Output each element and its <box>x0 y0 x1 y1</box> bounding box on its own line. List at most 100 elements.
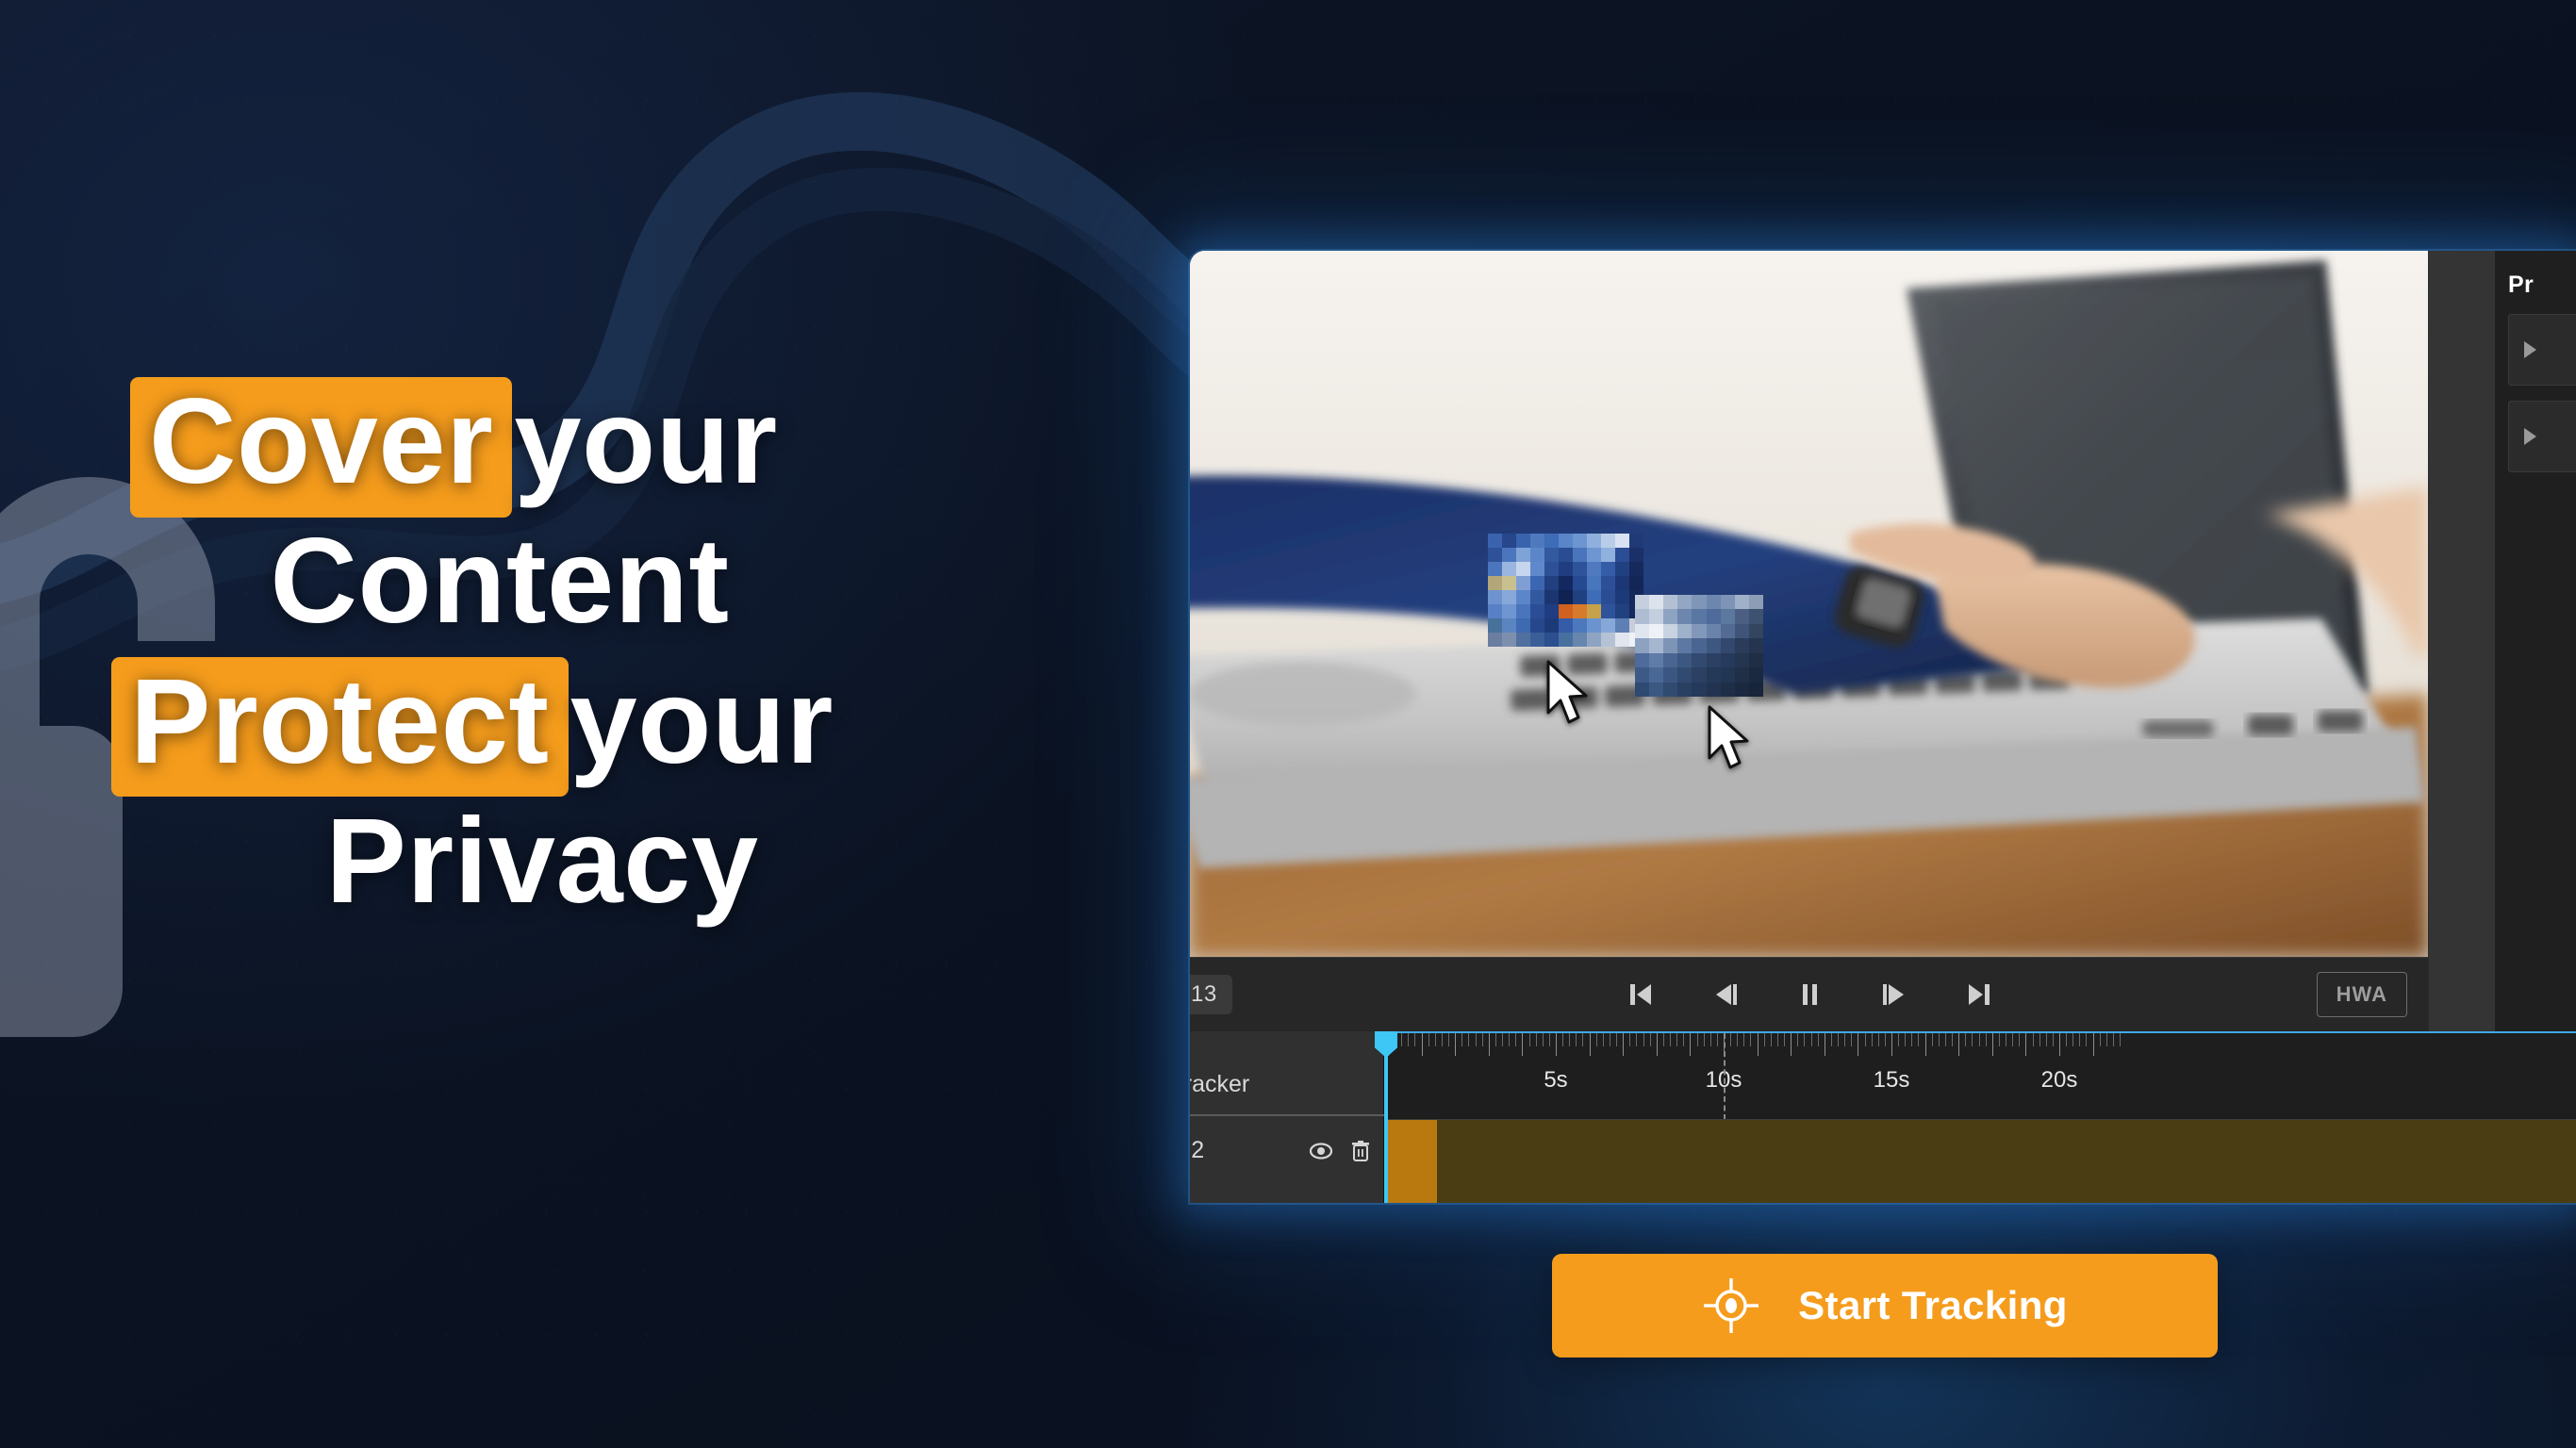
ruler-tick <box>1810 1033 1812 1046</box>
ruler-label: 5s <box>1544 1067 1568 1093</box>
ruler-tick <box>1898 1033 1900 1046</box>
ruler-tick <box>1602 1033 1604 1046</box>
timeline-track-row[interactable] <box>1384 1119 2576 1203</box>
ruler-tick <box>2086 1033 2088 1046</box>
ruler-tick <box>1670 1033 1672 1046</box>
ruler-tick <box>1884 1033 1886 1046</box>
add-tracker-label[interactable]: d tracker <box>1190 1071 1249 1098</box>
ruler-tick <box>1616 1033 1618 1046</box>
ruler-tick <box>1991 1033 1993 1056</box>
timeline-playhead[interactable] <box>1375 1031 1397 1203</box>
ruler-tick <box>1636 1033 1638 1046</box>
ruler-tick <box>1804 1033 1806 1046</box>
ruler-tick <box>1791 1033 1792 1056</box>
timeline-track-header: d tracker r 2 <box>1190 1031 1384 1203</box>
ruler-tick <box>2052 1033 2054 1046</box>
properties-section-2[interactable] <box>2508 401 2576 472</box>
ruler-tick <box>2105 1033 2107 1046</box>
ruler-tick <box>1851 1033 1853 1046</box>
step-back-icon <box>1715 984 1737 1005</box>
start-tracking-button[interactable]: Start Tracking <box>1552 1254 2218 1358</box>
trash-icon[interactable] <box>1346 1137 1375 1165</box>
ruler-tick <box>1757 1033 1759 1056</box>
headline-highlight-cover: Cover <box>130 377 513 518</box>
timeline: d tracker r 2 5s10s15s20s <box>1190 1031 2576 1203</box>
ruler-tick <box>1709 1033 1711 1046</box>
ruler-tick <box>1730 1033 1732 1046</box>
headline-line-2: Content <box>270 514 730 650</box>
ruler-tick <box>2112 1033 2114 1046</box>
ruler-tick <box>1461 1033 1463 1046</box>
tracker-cursor-2 <box>1708 705 1749 769</box>
timeline-ruler[interactable]: 5s 10s 15s 20s <box>1384 1031 2576 1120</box>
ruler-tick <box>1770 1033 1772 1046</box>
ruler-tick <box>1952 1033 1954 1046</box>
ruler-tick <box>1522 1033 1524 1056</box>
hwa-badge[interactable]: HWA <box>2316 972 2407 1017</box>
video-preview[interactable] <box>1190 251 2428 957</box>
step-forward-icon <box>1882 984 1904 1005</box>
start-tracking-label: Start Tracking <box>1798 1283 2068 1327</box>
ruler-tick <box>1797 1033 1799 1046</box>
ruler-tick <box>1830 1033 1832 1046</box>
preview-photo <box>1190 251 2428 957</box>
ruler-tick <box>1595 1033 1597 1046</box>
pause-button[interactable] <box>1790 975 1829 1014</box>
ruler-tick <box>1690 1033 1692 1056</box>
ruler-tick <box>1683 1033 1685 1046</box>
headline-line-3: Protect your <box>0 652 1113 798</box>
ruler-tick <box>1676 1033 1678 1046</box>
headline-highlight-protect: Protect <box>111 656 569 798</box>
step-forward-button[interactable] <box>1874 975 1914 1014</box>
skip-end-icon <box>1968 984 1990 1005</box>
ruler-tick <box>1924 1033 1926 1056</box>
timeline-header-divider <box>1190 1114 1384 1116</box>
ruler-tick <box>1958 1033 1960 1056</box>
ruler-tick <box>1844 1033 1846 1046</box>
ruler-tick <box>1750 1033 1752 1046</box>
ruler-tick <box>1455 1033 1457 1056</box>
ruler-tick <box>2079 1033 2081 1046</box>
ruler-tick <box>2059 1033 2060 1056</box>
skip-to-start-button[interactable] <box>1620 975 1660 1014</box>
ruler-tick <box>1434 1033 1436 1046</box>
ruler-label: 15s <box>1873 1067 1910 1093</box>
ruler-tick <box>1576 1033 1577 1046</box>
skip-to-end-button[interactable] <box>1959 975 1999 1014</box>
ruler-tick <box>1569 1033 1571 1046</box>
playback-buttons <box>1190 975 2428 1014</box>
mosaic-censor-card-front[interactable] <box>1488 534 1643 647</box>
ruler-tick <box>1623 1033 1625 1056</box>
ruler-tick <box>1905 1033 1907 1046</box>
mosaic-censor-card-back[interactable] <box>1635 595 1763 697</box>
ruler-tick <box>2120 1033 2122 1046</box>
ruler-tick <box>1448 1033 1450 1046</box>
ruler-tick <box>1737 1033 1739 1046</box>
ruler-tick <box>1582 1033 1584 1046</box>
properties-panel-title: Pr <box>2508 272 2535 298</box>
ruler-tick <box>1481 1033 1483 1046</box>
ruler-tick <box>1871 1033 1873 1046</box>
ruler-tick <box>1428 1033 1429 1046</box>
ruler-tick <box>2039 1033 2040 1046</box>
ruler-tick <box>1421 1033 1423 1056</box>
ruler-tick <box>1556 1033 1557 1056</box>
step-backward-button[interactable] <box>1705 975 1744 1014</box>
timeline-clip[interactable] <box>1384 1120 1437 1203</box>
chevron-right-icon <box>2524 341 2536 358</box>
tracker-cursor-1 <box>1546 660 1588 724</box>
ruler-tick <box>2025 1033 2027 1056</box>
ruler-tick <box>2099 1033 2101 1046</box>
eye-icon[interactable] <box>1307 1137 1335 1165</box>
ruler-tick <box>2012 1033 2014 1046</box>
properties-section-1[interactable] <box>2508 314 2576 386</box>
ruler-tick <box>1838 1033 1840 1046</box>
ruler-tick <box>1528 1033 1530 1046</box>
ruler-tick <box>1475 1033 1477 1046</box>
ruler-tick <box>1877 1033 1879 1046</box>
ruler-tick <box>2066 1033 2068 1046</box>
ruler-tick <box>1911 1033 1913 1046</box>
ruler-tick <box>1918 1033 1920 1046</box>
playback-transport-bar: 0:13 <box>1190 957 2428 1031</box>
crosshair-target-icon <box>1704 1278 1759 1333</box>
